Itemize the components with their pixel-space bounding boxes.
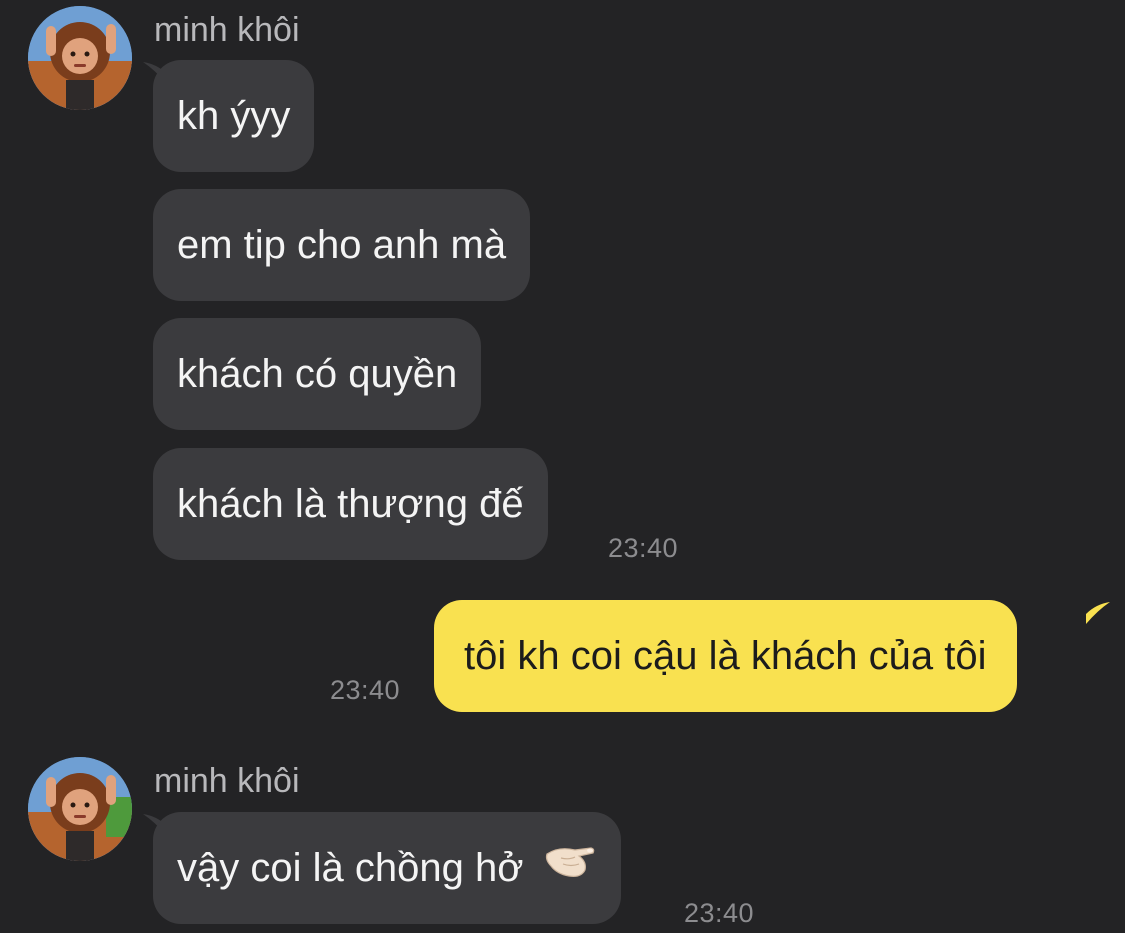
message-bubble[interactable]: khách là thượng đế	[153, 448, 548, 560]
sender-name: minh khôi	[154, 11, 300, 49]
chat-thread: minh khôi kh ýyy em tip cho anh mà khách…	[0, 0, 1125, 933]
bubble-tail	[1086, 602, 1110, 624]
message-text: vậy coi là chồng hở	[177, 846, 524, 890]
message-bubble[interactable]: em tip cho anh mà	[153, 189, 531, 301]
message-timestamp: 23:40	[330, 675, 401, 705]
message-timestamp: 23:40	[684, 898, 755, 928]
sender-avatar[interactable]	[28, 6, 132, 110]
sender-avatar[interactable]	[28, 757, 132, 861]
message-bubble[interactable]: vậy coi là chồng hở	[153, 812, 621, 924]
message-bubble-outgoing[interactable]: tôi kh coi cậu là khách của tôi	[434, 600, 1017, 712]
sender-name: minh khôi	[154, 762, 300, 800]
message-bubble[interactable]: kh ýyy	[153, 60, 315, 172]
avatar-photo	[28, 757, 132, 861]
message-bubble[interactable]: khách có quyền	[153, 318, 482, 430]
avatar-photo	[28, 6, 132, 110]
message-timestamp: 23:40	[608, 533, 679, 563]
pinching-hand-emoji	[541, 811, 597, 923]
